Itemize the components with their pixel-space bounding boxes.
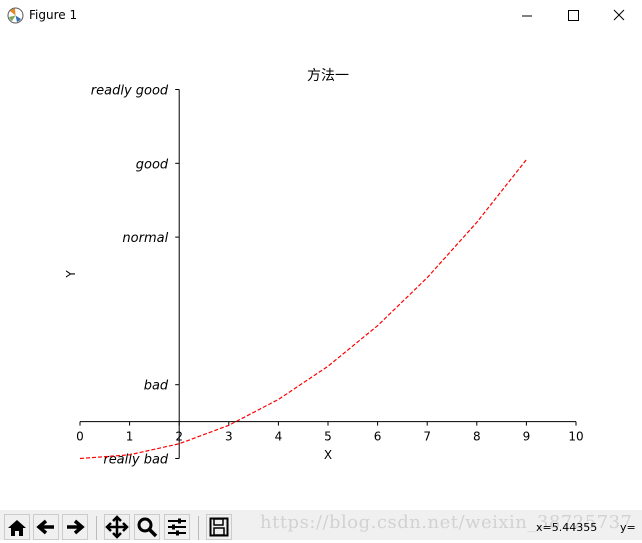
x-tick-label: 2 [175, 430, 183, 444]
x-tick-label: 0 [76, 430, 84, 444]
minimize-button[interactable] [504, 0, 550, 32]
chart-title: 方法一 [307, 68, 349, 84]
configure-subplots-icon [168, 518, 186, 536]
x-tick-label: 7 [423, 430, 431, 444]
back-icon [36, 519, 54, 535]
zoom-button[interactable] [134, 514, 160, 540]
series-line [79, 159, 527, 460]
navigation-toolbar: https://blog.csdn.net/weixin_38725737 x=… [0, 510, 642, 540]
y-tick-label: good [136, 157, 169, 172]
x-tick-label: 5 [324, 430, 332, 444]
y-tick-label: normal [122, 231, 168, 246]
toolbar-separator [198, 516, 199, 540]
pan-icon [105, 515, 129, 539]
zoom-icon [137, 517, 158, 538]
y-tick-label: really bad [103, 453, 169, 468]
x-tick-label: 9 [523, 430, 531, 444]
home-icon [8, 520, 26, 536]
y-axis-label: Y [64, 270, 78, 279]
forward-button[interactable] [62, 514, 88, 540]
save-button[interactable] [206, 514, 232, 540]
toolbar-separator [96, 516, 97, 540]
home-button[interactable] [4, 514, 30, 540]
maximize-button[interactable] [550, 0, 596, 32]
y-tick-label: readly good [91, 84, 169, 99]
chart: 0 1 2 3 4 5 6 7 8 9 10 really bad bad normal good readl… [64, 68, 584, 468]
title-bar: Figure 1 [0, 0, 642, 32]
cursor-y-readout: y= [620, 521, 636, 534]
cursor-x-readout: x=5.44355 [536, 521, 598, 534]
x-tick-label: 6 [374, 430, 382, 444]
minimize-icon [522, 15, 532, 17]
x-tick-label: 8 [473, 430, 481, 444]
back-button[interactable] [33, 514, 59, 540]
x-tick-label: 1 [126, 430, 134, 444]
configure-subplots-button[interactable] [164, 514, 190, 540]
x-tick-label: 3 [225, 430, 233, 444]
x-tick-label: 10 [568, 430, 583, 444]
save-icon [209, 517, 229, 537]
pan-button[interactable] [104, 514, 130, 540]
x-tick-label: 4 [275, 430, 283, 444]
close-button[interactable] [596, 0, 642, 32]
matplotlib-logo-icon [7, 7, 24, 24]
x-axis-label: X [324, 448, 332, 462]
forward-icon [67, 519, 85, 535]
window-title: Figure 1 [29, 8, 78, 22]
maximize-icon [568, 10, 579, 21]
close-icon [613, 9, 625, 21]
y-tick-label: bad [144, 379, 169, 394]
